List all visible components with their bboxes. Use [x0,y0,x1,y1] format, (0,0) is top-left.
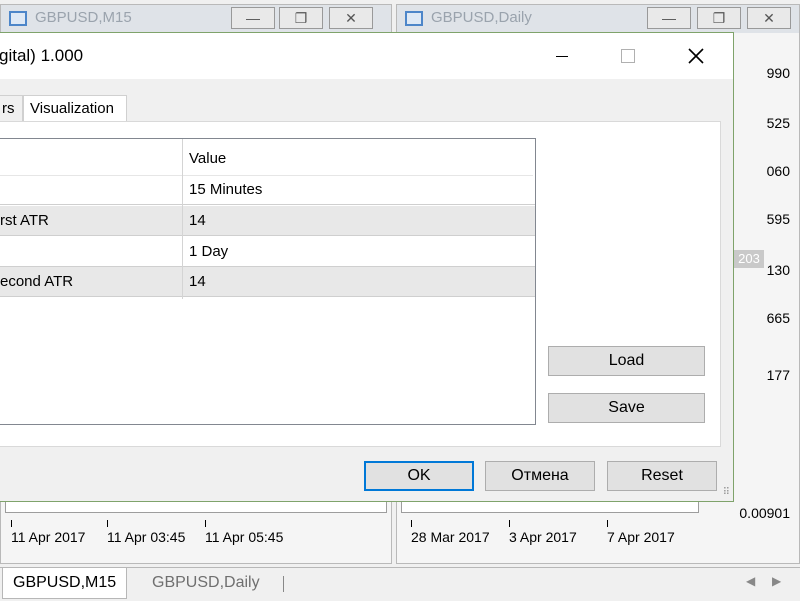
param-value[interactable]: 15 Minutes [189,181,262,198]
tab-gbpusd-daily[interactable]: GBPUSD,Daily [142,568,270,598]
grid-header: Value [0,139,533,176]
current-price-tag: 203 [734,250,764,268]
x-tick [205,520,206,527]
restore-button[interactable]: ❐ [697,7,741,29]
close-button[interactable]: ✕ [329,7,373,29]
price-scale-label: 595 [766,211,790,227]
x-tick [509,520,510,527]
load-button[interactable]: Load [548,346,705,376]
close-button[interactable]: ✕ [747,7,791,29]
indicator-properties-dialog: gital) 1.000 rs Visualization Value 15 M… [0,32,734,502]
param-value[interactable]: 1 Day [189,243,228,260]
x-tick [107,520,108,527]
resize-grip-icon[interactable]: ⠿ [723,487,730,498]
param-value[interactable]: 14 [189,212,206,229]
chart-window-titlebar[interactable]: GBPUSD,Daily — ❐ ✕ [397,5,799,33]
dialog-titlebar[interactable]: gital) 1.000 [0,33,733,79]
x-tick [607,520,608,527]
table-row[interactable]: rst ATR 14 [0,206,535,236]
maximize-button[interactable] [605,33,651,79]
scroll-right-icon[interactable]: ▶ [772,574,781,588]
close-icon [688,48,704,64]
price-scale-label: 990 [766,65,790,81]
param-name: rst ATR [0,212,49,229]
save-button[interactable]: Save [548,393,705,423]
x-tick [11,520,12,527]
chart-window-title: GBPUSD,M15 [35,9,132,26]
tab-visualization[interactable]: Visualization [23,95,127,123]
price-scale-label: 060 [766,163,790,179]
restore-button[interactable]: ❐ [279,7,323,29]
value-column-header: Value [189,150,227,167]
x-axis-label: 7 Apr 2017 [607,529,675,545]
ok-button[interactable]: OK [364,461,474,491]
minimize-button[interactable] [539,33,585,79]
x-axis-label: 28 Mar 2017 [411,529,490,545]
chart-window-titlebar[interactable]: GBPUSD,M15 — ❐ ✕ [1,5,391,33]
table-row[interactable]: econd ATR 14 [0,267,535,297]
x-axis-label: 11 Apr 05:45 [205,529,284,545]
x-axis-label: 3 Apr 2017 [509,529,577,545]
chart-window-icon [405,11,423,26]
cancel-button[interactable]: Отмена [485,461,595,491]
dialog-title: gital) 1.000 [0,46,84,65]
param-value[interactable]: 14 [189,273,206,290]
param-name: econd ATR [0,273,74,290]
parameters-grid[interactable]: Value 15 Minutes rst ATR 14 1 Day econd … [0,138,536,425]
price-scale-label: 130 [766,262,790,278]
table-row[interactable]: 15 Minutes [0,175,535,205]
minimize-button[interactable]: — [647,7,691,29]
scroll-left-icon[interactable]: ◀ [746,574,755,588]
chart-tab-bar: GBPUSD,M15 GBPUSD,Daily ◀ ▶ [0,567,800,601]
table-row[interactable]: 1 Day [0,237,535,267]
tab-separator [283,576,284,592]
column-separator [182,139,183,299]
close-button[interactable] [673,33,719,79]
x-tick [411,520,412,527]
tab-parameters[interactable]: rs [0,95,23,121]
price-scale-label: 665 [766,310,790,326]
price-scale-label: 0.00901 [739,505,790,521]
price-scale-label: 525 [766,115,790,131]
chart-window-icon [9,11,27,26]
x-axis-label: 11 Apr 03:45 [107,529,186,545]
chart-window-title: GBPUSD,Daily [431,9,532,26]
minimize-icon [556,55,568,57]
price-scale-label: 177 [766,367,790,383]
maximize-icon [621,49,635,64]
tab-gbpusd-m15[interactable]: GBPUSD,M15 [2,568,128,599]
reset-button[interactable]: Reset [607,461,717,491]
minimize-button[interactable]: — [231,7,275,29]
x-axis-label: 11 Apr 2017 [11,529,86,545]
